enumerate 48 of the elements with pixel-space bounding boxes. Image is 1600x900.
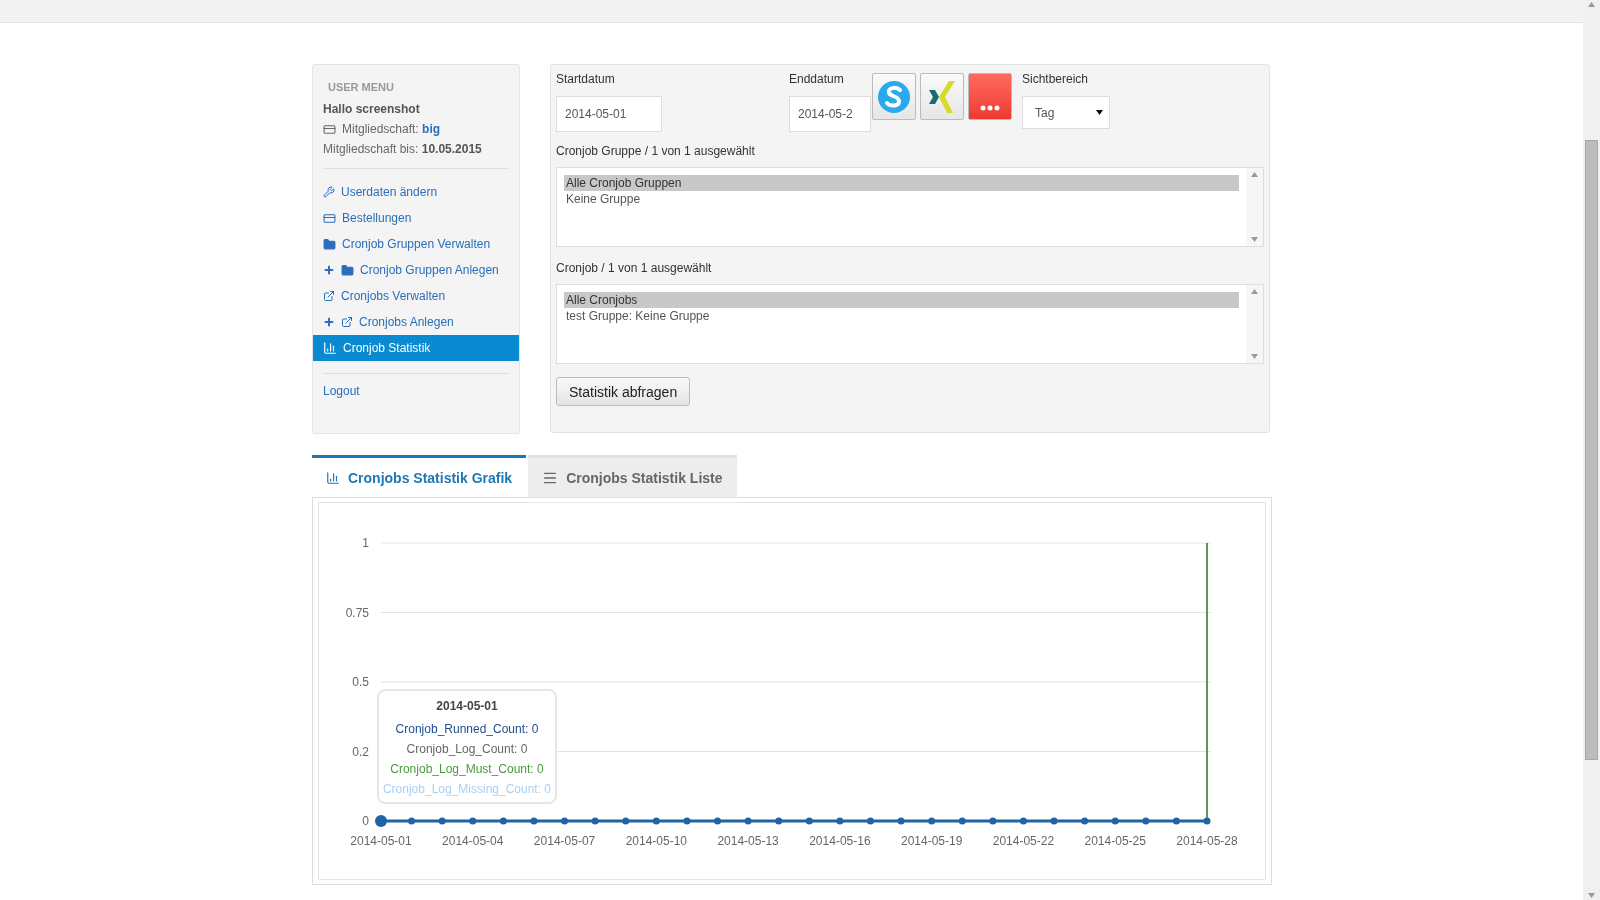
x-tick-label: 2014-05-16 (809, 834, 871, 848)
x-tick-label: 2014-05-28 (1176, 834, 1238, 848)
field-label: Startdatum (556, 72, 616, 86)
field-label: Enddatum (789, 72, 845, 86)
x-tick-label: 2014-05-04 (442, 834, 504, 848)
range-select[interactable]: Tag (1022, 96, 1110, 129)
logout-link[interactable]: Logout (313, 384, 519, 398)
menu-item[interactable]: Cronjob Gruppen Anlegen (313, 257, 519, 283)
x-tick-label: 2014-05-22 (992, 834, 1055, 848)
tooltip-line: Cronjob_Log_Missing_Count: 0 (382, 782, 552, 796)
tooltip-line: Cronjob_Log_Count: 0 (406, 742, 528, 756)
tab[interactable]: Cronjobs Statistik Liste (528, 455, 737, 497)
tooltip-line: Cronjob_Runned_Count: 0 (395, 722, 539, 736)
x-tick-label: 2014-05-13 (717, 834, 779, 848)
tooltip-title: 2014-05-01 (436, 699, 498, 713)
y-tick-label: 0.5 (352, 675, 369, 689)
membership-text: Mitgliedschaft: big (342, 122, 441, 136)
greeting: Hallo screenshot (322, 102, 421, 116)
y-tick-label: 1 (362, 536, 369, 550)
list-option[interactable]: test Gruppe: Keine Gruppe (564, 308, 1239, 324)
menu-item[interactable]: Cronjobs Verwalten (313, 283, 519, 309)
menu-item[interactable]: Cronjob Gruppen Verwalten (313, 231, 519, 257)
x-tick-label: 2014-05-07 (533, 834, 596, 848)
list-label: Cronjob Gruppe / 1 von 1 ausgewählt (556, 144, 756, 158)
menu-heading: USER MENU (327, 81, 395, 93)
menu-item[interactable]: Cronjobs Anlegen (313, 309, 519, 335)
y-tick-label: 0.2 (352, 744, 369, 759)
membership-until-text: Mitgliedschaft bis: 10.05.2015 (323, 142, 482, 156)
field-label: Sichtbereich (1022, 72, 1090, 86)
multi-select-list[interactable]: Alle Cronjob Gruppen Keine Gruppe (556, 167, 1264, 247)
y-tick-label: 0.75 (345, 605, 369, 620)
menu-item[interactable]: Bestellungen (313, 205, 519, 231)
list-option[interactable]: Alle Cronjob Gruppen (564, 175, 1239, 191)
x-tick-label: 2014-05-10 (625, 834, 688, 848)
x-tick-label: 2014-05-01 (350, 834, 412, 848)
menu-item[interactable]: Userdaten ändern (313, 179, 519, 205)
tooltip-line: Cronjob_Log_Must_Count: 0 (390, 762, 544, 776)
end-date-field[interactable]: 2014-05-2 (789, 96, 871, 132)
x-tick-label: 2014-05-19 (900, 834, 963, 848)
x-tick-label: 2014-05-25 (1084, 834, 1146, 848)
query-button[interactable]: Statistik abfragen (556, 377, 691, 406)
menu-item[interactable]: Cronjob Statistik (313, 335, 519, 361)
list-label: Cronjob / 1 von 1 ausgewählt (556, 261, 713, 275)
list-option[interactable]: Alle Cronjobs (564, 292, 1239, 308)
start-date-field[interactable]: 2014-05-01 (556, 96, 662, 132)
multi-select-list[interactable]: Alle Cronjobs test Gruppe: Keine Gruppe (556, 284, 1264, 364)
list-option[interactable]: Keine Gruppe (564, 191, 1239, 207)
y-tick-label: 0 (362, 814, 369, 828)
